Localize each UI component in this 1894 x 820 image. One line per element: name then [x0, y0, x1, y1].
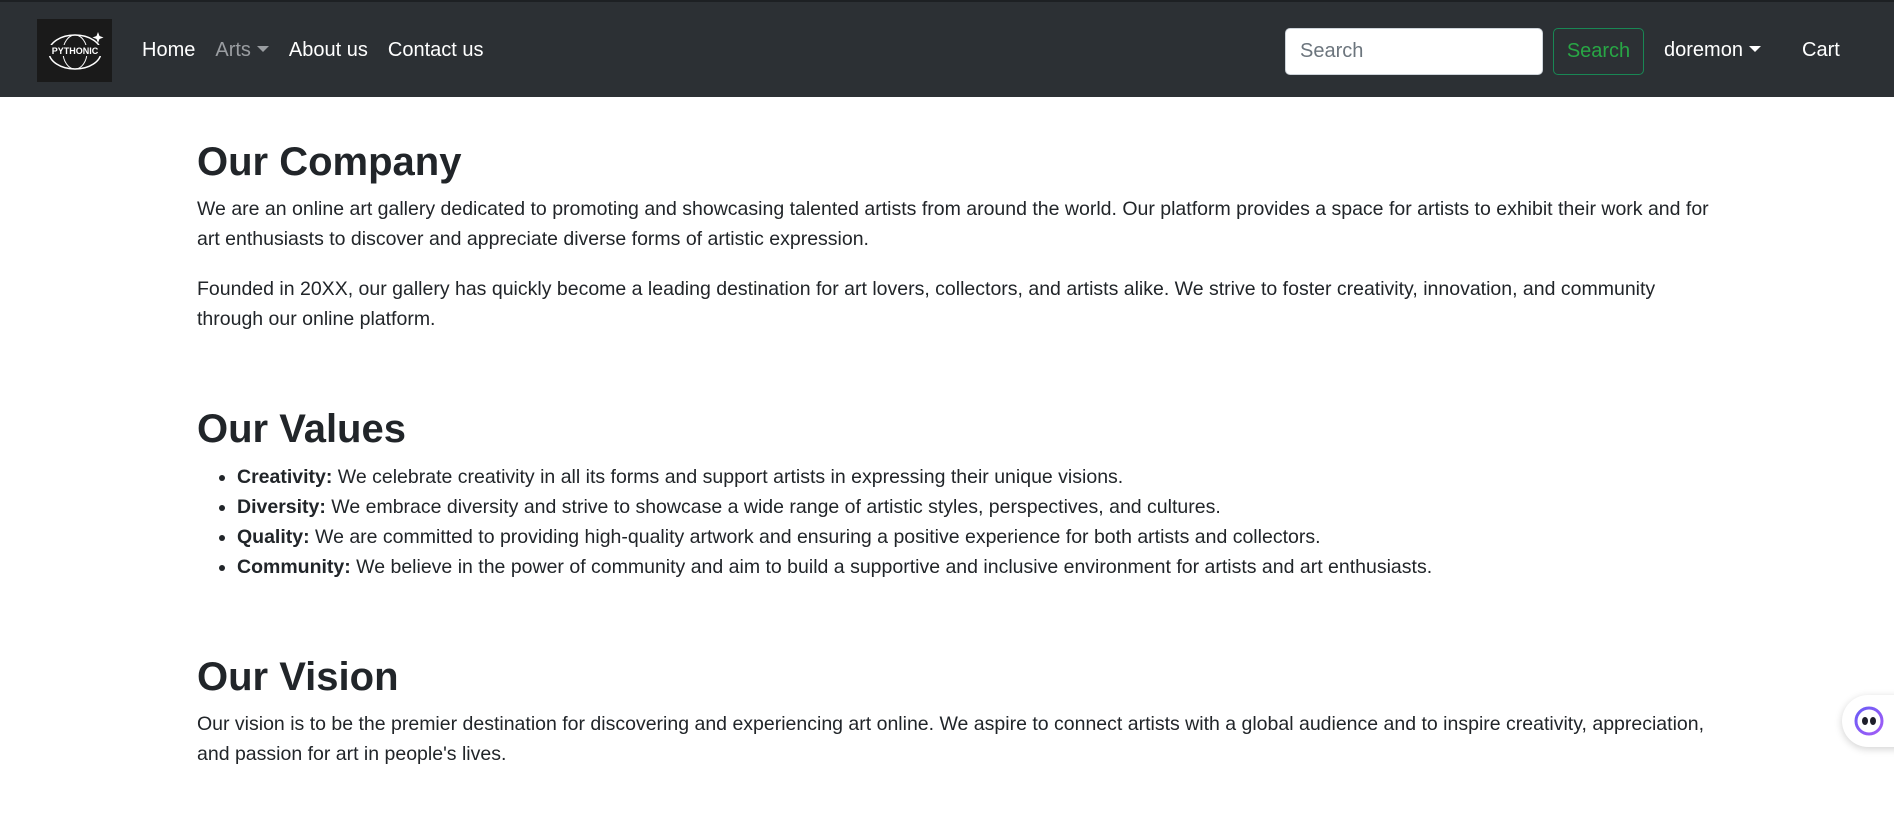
company-heading: Our Company	[197, 140, 462, 184]
navbar: PYTHONIC Home Arts About us Contact us S…	[0, 0, 1894, 97]
search-button[interactable]: Search	[1553, 28, 1644, 75]
value-label: Creativity:	[237, 466, 333, 488]
nav-contact-us[interactable]: Contact us	[388, 39, 484, 62]
svg-text:PYTHONIC: PYTHONIC	[51, 46, 98, 56]
chat-assistant-button[interactable]	[1842, 695, 1894, 747]
values-list: Creativity: We celebrate creativity in a…	[237, 462, 1717, 582]
cart-link[interactable]: Cart	[1802, 2, 1840, 99]
list-item: Creativity: We celebrate creativity in a…	[237, 462, 1717, 492]
value-label: Community:	[237, 556, 351, 578]
value-text: We embrace diversity and strive to showc…	[325, 496, 1221, 518]
pythonic-logo-icon: PYTHONIC	[46, 31, 103, 70]
search-input[interactable]	[1285, 28, 1543, 75]
site-logo[interactable]: PYTHONIC	[37, 19, 112, 82]
list-item: Diversity: We embrace diversity and stri…	[237, 492, 1717, 522]
user-menu-dropdown[interactable]: doremon	[1664, 2, 1761, 99]
value-text: We believe in the power of community and…	[350, 556, 1433, 578]
value-text: We celebrate creativity in all its forms…	[332, 466, 1124, 488]
value-label: Diversity:	[237, 496, 326, 518]
username-label: doremon	[1664, 39, 1743, 61]
list-item: Community: We believe in the power of co…	[237, 552, 1717, 582]
values-heading: Our Values	[197, 407, 406, 451]
company-paragraph-1: We are an online art gallery dedicated t…	[197, 198, 1709, 250]
nav-arts-label: Arts	[215, 39, 251, 61]
vision-heading: Our Vision	[197, 655, 399, 699]
nav-about-us[interactable]: About us	[289, 39, 368, 62]
value-label: Quality:	[237, 526, 310, 548]
value-text: We are committed to providing high-quali…	[309, 526, 1321, 548]
nav-links: Home Arts About us Contact us	[142, 2, 503, 99]
list-item: Quality: We are committed to providing h…	[237, 522, 1717, 552]
nav-home[interactable]: Home	[142, 39, 195, 62]
chevron-down-icon	[256, 45, 269, 52]
nav-arts-dropdown[interactable]: Arts	[215, 39, 269, 62]
chevron-down-icon	[1748, 45, 1761, 52]
vision-paragraph: Our vision is to be the premier destinat…	[197, 713, 1705, 765]
company-paragraph-2: Founded in 20XX, our gallery has quickly…	[197, 278, 1656, 330]
assistant-face-icon	[1854, 706, 1884, 736]
